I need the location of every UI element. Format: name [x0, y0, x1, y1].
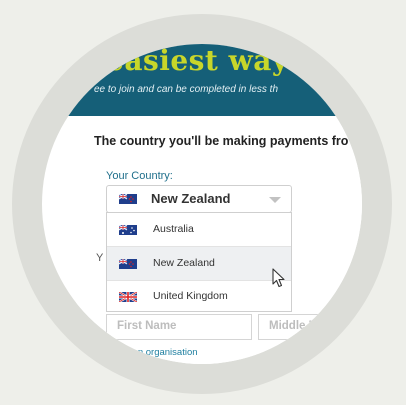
- mouse-pointer-icon: [272, 268, 285, 288]
- new-zealand-flag-icon: [119, 194, 137, 204]
- hero-subtitle: ee to join and can be completed in less …: [94, 84, 279, 95]
- new-zealand-flag-icon: [119, 259, 137, 269]
- country-field-label: Your Country:: [106, 170, 173, 182]
- hero-title: easiest way t: [106, 44, 313, 77]
- country-select[interactable]: New Zealand: [106, 185, 292, 213]
- magnifier-lens: easiest way t ee to join and can be comp…: [42, 44, 362, 364]
- country-option-australia[interactable]: Australia: [107, 213, 291, 246]
- uk-flag-icon: [119, 292, 137, 302]
- country-select-value: New Zealand: [151, 191, 231, 206]
- country-dropdown-list: Australia New Zealand United Kingdom: [106, 212, 292, 312]
- first-name-input[interactable]: First Name: [106, 314, 252, 340]
- chevron-down-icon[interactable]: [269, 197, 281, 203]
- first-name-placeholder: First Name: [117, 320, 177, 332]
- country-option-united-kingdom[interactable]: United Kingdom: [107, 280, 291, 313]
- hidden-label-fragment: Y: [96, 252, 104, 264]
- country-option-label: New Zealand: [153, 257, 215, 269]
- middle-name-placeholder: Middle Nam: [269, 320, 334, 332]
- country-option-label: United Kingdom: [153, 290, 228, 302]
- middle-name-input[interactable]: Middle Nam: [258, 314, 362, 340]
- australia-flag-icon: [119, 225, 137, 235]
- country-option-label: Australia: [153, 223, 194, 235]
- register-organisation-link[interactable]: gister as an organisation: [94, 347, 198, 358]
- country-section-heading: The country you'll be making payments fr…: [94, 134, 349, 148]
- country-option-new-zealand[interactable]: New Zealand: [107, 247, 291, 280]
